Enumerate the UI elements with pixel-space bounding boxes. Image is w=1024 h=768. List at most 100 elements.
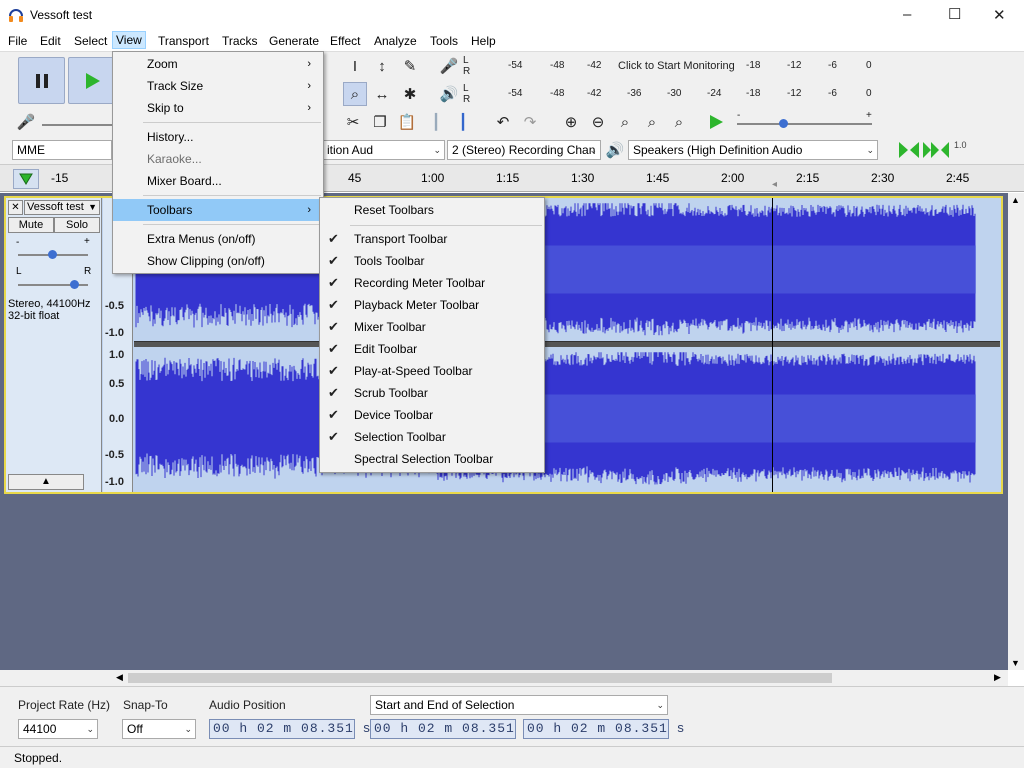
timeline-options-button[interactable] bbox=[13, 169, 39, 189]
fit-selection-icon[interactable]: ⌕ bbox=[613, 110, 637, 134]
menu-transport[interactable]: Transport bbox=[155, 33, 212, 51]
menu-view[interactable]: View bbox=[112, 31, 146, 49]
playback-speed-slider[interactable] bbox=[737, 119, 872, 128]
envelope-tool-icon[interactable]: ↕ bbox=[370, 54, 394, 78]
pan-slider[interactable] bbox=[18, 280, 88, 289]
view-menu-toolbars[interactable]: Toolbars › bbox=[113, 199, 323, 221]
view-menu-zoom[interactable]: Zoom › bbox=[113, 53, 323, 75]
mute-button[interactable]: Mute bbox=[8, 217, 54, 233]
close-icon[interactable]: ✕ bbox=[993, 6, 1006, 24]
recording-channels-select[interactable]: 2 (Stereo) Recording Chan ⌄ bbox=[447, 140, 601, 160]
record-meter-icon[interactable]: 🎤 bbox=[437, 54, 461, 78]
scroll-up-icon[interactable]: ▲ bbox=[1011, 195, 1020, 205]
paste-icon[interactable]: 📋 bbox=[395, 110, 419, 134]
menu-file[interactable]: File bbox=[5, 33, 30, 51]
maximize-icon[interactable]: ☐ bbox=[948, 5, 961, 23]
vertical-scrollbar[interactable]: ▲ ▼ bbox=[1008, 193, 1024, 670]
menu-tracks[interactable]: Tracks bbox=[219, 33, 261, 51]
slider-thumb[interactable] bbox=[779, 119, 788, 128]
solo-button[interactable]: Solo bbox=[54, 217, 100, 233]
pause-button[interactable] bbox=[18, 57, 65, 104]
toolbar-toggle-item[interactable]: ✔ Tools Toolbar bbox=[320, 250, 544, 272]
silence-icon[interactable]: ┃ bbox=[451, 110, 475, 134]
toolbar-toggle-item[interactable]: ✔ Recording Meter Toolbar bbox=[320, 272, 544, 294]
record-meter[interactable]: -54 -48 -42 Click to Start Monitoring -1… bbox=[474, 54, 879, 80]
scroll-left-icon[interactable]: ◀ bbox=[116, 672, 123, 683]
scroll-thumb[interactable] bbox=[128, 673, 832, 683]
start-monitoring-label[interactable]: Click to Start Monitoring bbox=[618, 60, 735, 72]
copy-icon[interactable]: ❐ bbox=[368, 110, 392, 134]
view-menu-skip-to[interactable]: Skip to › bbox=[113, 97, 323, 119]
selection-mode-select[interactable]: Start and End of Selection ⌄ bbox=[370, 695, 668, 715]
toolbar-toggle-item[interactable]: ✔ Edit Toolbar bbox=[320, 338, 544, 360]
recording-device-select[interactable]: ition Aud ⌄ bbox=[323, 140, 445, 160]
menu-edit[interactable]: Edit bbox=[37, 33, 64, 51]
menu-tools[interactable]: Tools bbox=[427, 33, 461, 51]
view-menu-mixer-board[interactable]: Mixer Board... bbox=[113, 170, 323, 192]
play-at-speed-button[interactable] bbox=[708, 114, 724, 133]
scrub-ruler-icon[interactable]: 1.0 bbox=[954, 140, 967, 150]
play-meter[interactable]: -54 -48 -42 -36 -30 -24 -18 -12 -6 0 bbox=[474, 82, 879, 108]
menu-generate[interactable]: Generate bbox=[266, 33, 322, 51]
draw-tool-icon[interactable]: ✎ bbox=[398, 54, 422, 78]
menu-item-label: Reset Toolbars bbox=[354, 203, 434, 217]
zoom-out-icon[interactable]: ⊖ bbox=[586, 110, 610, 134]
close-track-icon[interactable]: ✕ bbox=[8, 200, 23, 215]
toolbar-toggle-item[interactable]: ✔ Device Toolbar bbox=[320, 404, 544, 426]
selection-start-field[interactable]: 00 h 02 m 08.351 s bbox=[370, 719, 531, 739]
track-control-panel[interactable]: ✕ Vessoft test ▼ Mute Solo - + L R Stere… bbox=[6, 198, 102, 492]
scroll-right-icon[interactable]: ▶ bbox=[994, 672, 1001, 683]
view-menu-extra-menus[interactable]: Extra Menus (on/off) bbox=[113, 228, 323, 250]
playback-device-select[interactable]: Speakers (High Definition Audio ⌄ bbox=[628, 140, 878, 160]
track-name-button[interactable]: Vessoft test ▼ bbox=[24, 200, 100, 215]
cut-icon[interactable]: ✂ bbox=[341, 110, 365, 134]
menu-effect[interactable]: Effect bbox=[327, 33, 363, 51]
toolbar-toggle-item[interactable]: ✔ Mixer Toolbar bbox=[320, 316, 544, 338]
selection-end-field[interactable]: 00 h 02 m 08.351 s bbox=[523, 719, 684, 739]
project-rate-select[interactable]: 44100 ⌄ bbox=[18, 719, 98, 739]
menu-help[interactable]: Help bbox=[468, 33, 499, 51]
toolbar-toggle-item[interactable]: ✔ Playback Meter Toolbar bbox=[320, 294, 544, 316]
toolbar-toggle-item[interactable]: ✔ Play-at-Speed Toolbar bbox=[320, 360, 544, 382]
trim-icon[interactable]: ┃ bbox=[424, 110, 448, 134]
view-menu-show-clipping[interactable]: Show Clipping (on/off) bbox=[113, 250, 323, 272]
waveform-right-channel[interactable] bbox=[134, 347, 1000, 490]
slider-thumb[interactable] bbox=[70, 280, 79, 289]
menu-item-label: Playback Meter Toolbar bbox=[354, 298, 480, 312]
view-menu-history[interactable]: History... bbox=[113, 126, 323, 148]
zoom-in-icon[interactable]: ⊕ bbox=[559, 110, 583, 134]
multi-tool-icon[interactable]: ✱ bbox=[398, 82, 422, 106]
gain-slider[interactable] bbox=[18, 250, 88, 259]
seek-icon[interactable] bbox=[922, 140, 950, 160]
audio-host-select[interactable]: MME bbox=[12, 140, 112, 160]
chevron-down-icon: ⌄ bbox=[433, 145, 441, 155]
undo-icon[interactable]: ↶ bbox=[491, 110, 515, 134]
collapse-track-button[interactable]: ▲ bbox=[8, 474, 84, 490]
horizontal-scrollbar[interactable]: ◀ ▶ bbox=[0, 670, 1008, 686]
zoom-tool-icon[interactable]: ⌕ bbox=[343, 82, 367, 106]
checkmark-icon: ✔ bbox=[328, 253, 339, 268]
snap-to-select[interactable]: Off ⌄ bbox=[122, 719, 196, 739]
toolbar-toggle-item[interactable]: Spectral Selection Toolbar bbox=[320, 448, 544, 470]
audio-position-field[interactable]: 00 h 02 m 08.351 s bbox=[209, 719, 370, 739]
menu-analyze[interactable]: Analyze bbox=[371, 33, 420, 51]
timeshift-tool-icon[interactable]: ↔ bbox=[370, 82, 394, 106]
selection-tool-icon[interactable]: I bbox=[343, 54, 367, 78]
play-button[interactable] bbox=[68, 57, 115, 104]
scrub-icon[interactable] bbox=[898, 140, 920, 160]
slider-thumb[interactable] bbox=[48, 250, 57, 259]
fit-project-icon[interactable]: ⌕ bbox=[640, 110, 664, 134]
toolbar-toggle-item[interactable]: ✔ Transport Toolbar bbox=[320, 228, 544, 250]
minimize-icon[interactable]: – bbox=[903, 6, 911, 23]
zoom-toggle-icon[interactable]: ⌕ bbox=[667, 110, 691, 134]
scroll-down-icon[interactable]: ▼ bbox=[1011, 658, 1020, 668]
redo-icon[interactable]: ↷ bbox=[518, 110, 542, 134]
reset-toolbars-item[interactable]: Reset Toolbars bbox=[320, 199, 544, 221]
play-meter-icon[interactable]: 🔊 bbox=[437, 82, 461, 106]
recording-volume-slider[interactable] bbox=[42, 124, 112, 126]
menu-select[interactable]: Select bbox=[71, 33, 110, 51]
toolbar-toggle-item[interactable]: ✔ Scrub Toolbar bbox=[320, 382, 544, 404]
checkmark-icon: ✔ bbox=[328, 275, 339, 290]
toolbar-toggle-item[interactable]: ✔ Selection Toolbar bbox=[320, 426, 544, 448]
view-menu-track-size[interactable]: Track Size › bbox=[113, 75, 323, 97]
